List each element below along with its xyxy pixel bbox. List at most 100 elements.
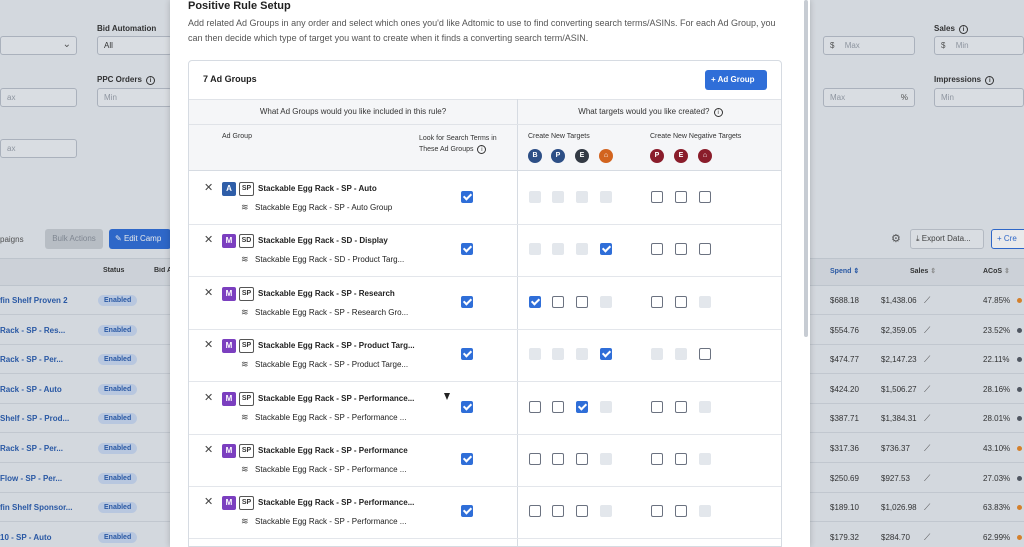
remove-icon[interactable]: ✕ — [204, 443, 213, 456]
create-negative-target-checkbox[interactable] — [699, 191, 711, 203]
ad-kind-tag: SP — [239, 496, 254, 511]
create-negative-target-checkbox — [651, 348, 663, 361]
ad-group-type-tag: M — [222, 339, 236, 354]
layers-icon: ≋ — [241, 254, 249, 265]
negative-target-type-icon: ⌂ — [698, 149, 712, 163]
create-target-checkbox — [576, 243, 588, 256]
remove-icon[interactable]: ✕ — [204, 391, 213, 404]
create-target-checkbox — [600, 453, 612, 465]
create-target-checkbox — [600, 400, 612, 413]
plus-icon: + — [711, 75, 716, 84]
create-negative-target-checkbox[interactable] — [699, 243, 711, 256]
ad-group-name: Stackable Egg Rack - SP - Performance ..… — [255, 412, 407, 422]
look-for-search-terms-checkbox[interactable] — [461, 348, 473, 361]
create-negative-target-checkbox[interactable] — [675, 400, 687, 413]
look-for-search-terms-checkbox[interactable] — [461, 243, 473, 256]
target-type-icon: P — [551, 149, 565, 163]
ad-group-row: ✕ M SP Stackable Egg Rack - SP - Research ≋ S… — [189, 277, 781, 330]
campaign-name: Stackable Egg Rack - SP - Performance — [258, 446, 408, 455]
ad-group-row: ✕ M SD Stackable Egg Rack - SD - Display ≋ St… — [189, 224, 781, 278]
remove-icon[interactable]: ✕ — [204, 233, 213, 246]
look-for-search-terms-checkbox[interactable] — [461, 505, 473, 518]
create-target-checkbox[interactable] — [576, 505, 588, 518]
create-target-checkbox — [552, 191, 564, 203]
create-negative-target-checkbox[interactable] — [651, 295, 663, 308]
create-target-checkbox[interactable] — [529, 505, 541, 518]
add-ad-group-button[interactable]: + Ad Group — [705, 70, 767, 90]
info-icon[interactable]: i — [477, 145, 487, 154]
modal-scrollbar[interactable] — [804, 0, 808, 337]
mouse-cursor-icon — [444, 393, 450, 400]
ad-group-name: Stackable Egg Rack - SP - Auto Group — [255, 203, 393, 212]
create-negative-target-checkbox[interactable] — [651, 505, 663, 518]
layers-icon: ≋ — [241, 516, 249, 527]
create-target-checkbox[interactable] — [576, 295, 588, 308]
modal-title: Positive Rule Setup — [188, 0, 291, 12]
create-negative-target-checkbox[interactable] — [699, 348, 711, 361]
negative-target-type-icon: P — [650, 149, 664, 163]
ad-group-type-tag: M — [222, 286, 236, 301]
create-negative-target-checkbox — [699, 295, 711, 308]
create-negative-target-checkbox[interactable] — [651, 191, 663, 203]
remove-icon[interactable]: ✕ — [204, 495, 213, 508]
add-ad-group-label: Ad Group — [717, 75, 755, 84]
layers-icon: ≋ — [241, 359, 249, 370]
create-negative-target-checkbox[interactable] — [675, 505, 687, 518]
campaign-name: Stackable Egg Rack - SP - Performance... — [258, 393, 415, 403]
create-target-checkbox — [576, 191, 588, 203]
ad-group-name: Stackable Egg Rack - SP - Research Gro..… — [255, 307, 409, 317]
create-target-checkbox[interactable] — [600, 243, 612, 256]
ad-kind-tag: SP — [239, 339, 254, 354]
layers-icon: ≋ — [241, 411, 249, 422]
create-negative-target-checkbox[interactable] — [651, 243, 663, 256]
ad-kind-tag: SP — [239, 182, 254, 196]
remove-icon[interactable]: ✕ — [204, 286, 213, 299]
remove-icon[interactable]: ✕ — [204, 181, 213, 194]
col-ad-group: Ad Group — [222, 133, 252, 140]
create-target-checkbox[interactable] — [576, 400, 588, 413]
create-target-checkbox[interactable] — [529, 295, 541, 308]
create-negative-target-checkbox[interactable] — [651, 400, 663, 413]
create-negative-target-checkbox[interactable] — [675, 191, 687, 203]
ad-group-type-tag: M — [222, 444, 236, 458]
create-negative-target-checkbox — [699, 505, 711, 518]
campaign-name: Stackable Egg Rack - SP - Performance... — [258, 498, 415, 508]
look-for-search-terms-checkbox[interactable] — [461, 400, 473, 413]
ad-group-type-tag: M — [222, 496, 236, 511]
right-header: What targets would you like created? i — [518, 107, 781, 117]
layers-icon: ≋ — [241, 306, 249, 317]
look-for-search-terms-checkbox[interactable] — [461, 295, 473, 308]
ad-group-type-tag: M — [222, 234, 236, 249]
create-negative-target-checkbox — [699, 453, 711, 465]
create-target-checkbox[interactable] — [529, 400, 541, 413]
ad-group-type-tag: M — [222, 391, 236, 406]
ad-kind-tag: SP — [239, 391, 254, 406]
create-target-checkbox — [600, 505, 612, 518]
create-target-checkbox[interactable] — [552, 295, 564, 308]
create-target-checkbox[interactable] — [600, 348, 612, 361]
row-divider — [189, 538, 781, 540]
create-negative-target-checkbox[interactable] — [651, 453, 663, 465]
create-target-checkbox — [576, 348, 588, 361]
look-for-search-terms-checkbox[interactable] — [461, 453, 473, 465]
create-target-checkbox[interactable] — [576, 453, 588, 465]
target-type-icon: E — [575, 149, 589, 163]
info-icon[interactable]: i — [713, 108, 723, 117]
create-negative-target-checkbox — [675, 348, 687, 361]
create-negative-target-checkbox[interactable] — [675, 295, 687, 308]
create-target-checkbox — [600, 191, 612, 203]
col-look-for: Look for Search Terms in These Ad Groups… — [419, 135, 497, 154]
create-target-checkbox — [529, 348, 541, 361]
ad-group-row: ✕ M SP Stackable Egg Rack - SP - Performanc… — [189, 434, 781, 487]
create-negative-target-checkbox[interactable] — [675, 453, 687, 465]
ad-kind-tag: SP — [239, 444, 254, 458]
look-for-search-terms-checkbox[interactable] — [461, 191, 473, 203]
create-target-checkbox[interactable] — [552, 453, 564, 465]
create-negative-target-checkbox[interactable] — [675, 243, 687, 256]
create-target-checkbox[interactable] — [529, 453, 541, 465]
target-type-icon: ⌂ — [599, 149, 613, 163]
create-target-checkbox[interactable] — [552, 400, 564, 413]
create-target-checkbox[interactable] — [552, 505, 564, 518]
remove-icon[interactable]: ✕ — [204, 338, 213, 351]
ad-group-type-tag: A — [222, 182, 236, 196]
